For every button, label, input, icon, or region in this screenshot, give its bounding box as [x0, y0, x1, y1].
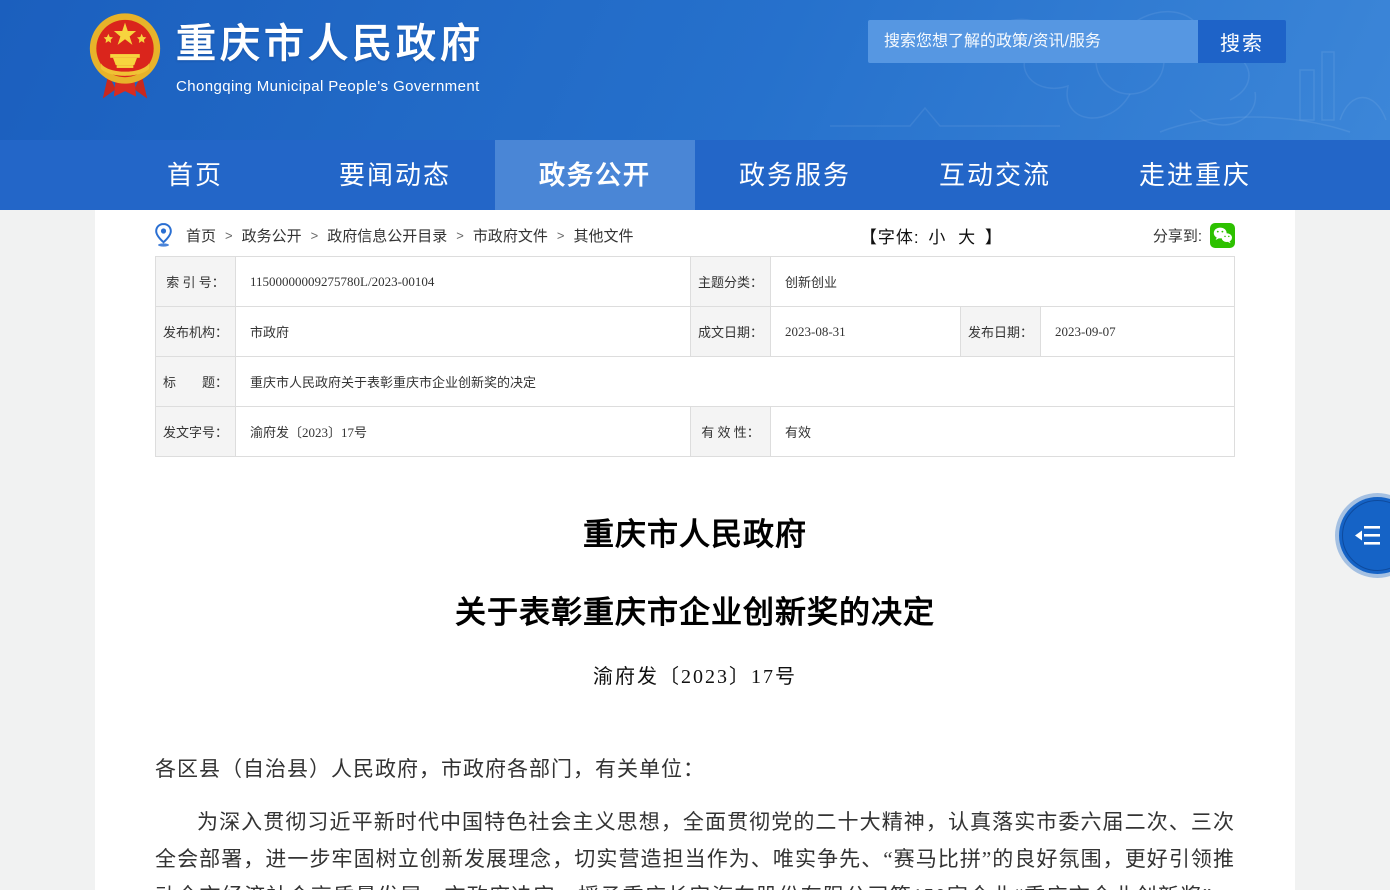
site-subtitle: Chongqing Municipal People's Government	[176, 78, 484, 95]
font-size-large-button[interactable]: 大	[958, 228, 976, 247]
collapse-list-icon	[1355, 525, 1381, 546]
document-salutation: 各区县（自治县）人民政府，市政府各部门，有关单位：	[155, 751, 1235, 788]
content-panel: 首页 > 政务公开 > 政府信息公开目录 > 市政府文件 > 其他文件 【字体:…	[95, 210, 1295, 890]
meta-written-date-value: 2023-08-31	[771, 307, 961, 357]
nav-item-about-chongqing[interactable]: 走进重庆	[1095, 140, 1295, 210]
search-button[interactable]: 搜索	[1198, 20, 1286, 63]
breadcrumb: 首页 > 政务公开 > 政府信息公开目录 > 市政府文件 > 其他文件	[186, 225, 633, 246]
document-number: 渝府发〔2023〕17号	[155, 660, 1235, 689]
search-input[interactable]	[868, 20, 1198, 63]
meta-issuer-label: 发布机构：	[156, 307, 236, 357]
site-title-block: 重庆市人民政府 Chongqing Municipal People's Gov…	[176, 18, 484, 95]
breadcrumb-separator: >	[311, 228, 319, 243]
meta-publish-date-label: 发布日期：	[961, 307, 1041, 357]
meta-title-label: 标 题：	[156, 357, 236, 407]
breadcrumb-separator: >	[456, 228, 464, 243]
nav-item-news[interactable]: 要闻动态	[295, 140, 495, 210]
national-emblem-logo	[88, 9, 162, 101]
font-size-small-button[interactable]: 小	[928, 228, 946, 247]
breadcrumb-separator: >	[557, 228, 565, 243]
document-title-line2: 关于表彰重庆市企业创新奖的决定	[155, 587, 1235, 632]
search-box: 搜索	[868, 20, 1286, 63]
document-paragraph: 为深入贯彻习近平新时代中国特色社会主义思想，全面贯彻党的二十大精神，认真落实市委…	[155, 804, 1235, 890]
document-content: 重庆市人民政府 关于表彰重庆市企业创新奖的决定 渝府发〔2023〕17号 各区县…	[155, 509, 1235, 890]
nav-item-interaction[interactable]: 互动交流	[895, 140, 1095, 210]
meta-validity-label: 有 效 性：	[691, 407, 771, 457]
site-header: 重庆市人民政府 Chongqing Municipal People's Gov…	[0, 0, 1390, 140]
meta-written-date-label: 成文日期：	[691, 307, 771, 357]
breadcrumb-info-catalog[interactable]: 政府信息公开目录	[327, 225, 447, 246]
meta-doc-number-value: 渝府发〔2023〕17号	[236, 407, 691, 457]
meta-index-value: 11500000009275780L/2023-00104	[236, 257, 691, 307]
side-panel-toggle-button[interactable]	[1339, 497, 1390, 574]
document-title-line1: 重庆市人民政府	[155, 509, 1235, 554]
nav-item-home[interactable]: 首页	[95, 140, 295, 210]
nav-item-gov-openness[interactable]: 政务公开	[495, 140, 695, 210]
share-group: 分享到:	[1153, 223, 1235, 248]
meta-publish-date-value: 2023-09-07	[1041, 307, 1235, 357]
location-pin-icon	[155, 223, 172, 247]
wechat-share-icon[interactable]	[1210, 223, 1235, 248]
meta-issuer-value: 市政府	[236, 307, 691, 357]
breadcrumb-row: 首页 > 政务公开 > 政府信息公开目录 > 市政府文件 > 其他文件 【字体:…	[155, 210, 1235, 254]
meta-category-value: 创新创业	[771, 257, 1235, 307]
breadcrumb-separator: >	[225, 228, 233, 243]
font-size-widget: 【字体: 小 大 】	[860, 223, 1003, 248]
meta-validity-value: 有效	[771, 407, 1235, 457]
meta-index-label: 索 引 号：	[156, 257, 236, 307]
meta-category-label: 主题分类：	[691, 257, 771, 307]
nav-item-gov-services[interactable]: 政务服务	[695, 140, 895, 210]
share-label: 分享到:	[1153, 225, 1202, 246]
meta-title-value: 重庆市人民政府关于表彰重庆市企业创新奖的决定	[236, 357, 1235, 407]
meta-doc-number-label: 发文字号：	[156, 407, 236, 457]
site-title: 重庆市人民政府	[176, 18, 484, 70]
font-size-label-close: 】	[985, 228, 1003, 247]
document-metadata-table: 索 引 号： 11500000009275780L/2023-00104 主题分…	[155, 256, 1235, 457]
breadcrumb-home[interactable]: 首页	[186, 225, 216, 246]
main-nav: 首页 要闻动态 政务公开 政务服务 互动交流 走进重庆	[0, 140, 1390, 210]
breadcrumb-other-docs[interactable]: 其他文件	[573, 225, 633, 246]
font-size-label-open: 【字体:	[860, 228, 920, 247]
breadcrumb-gov-openness[interactable]: 政务公开	[242, 225, 302, 246]
breadcrumb-city-gov-docs[interactable]: 市政府文件	[473, 225, 548, 246]
